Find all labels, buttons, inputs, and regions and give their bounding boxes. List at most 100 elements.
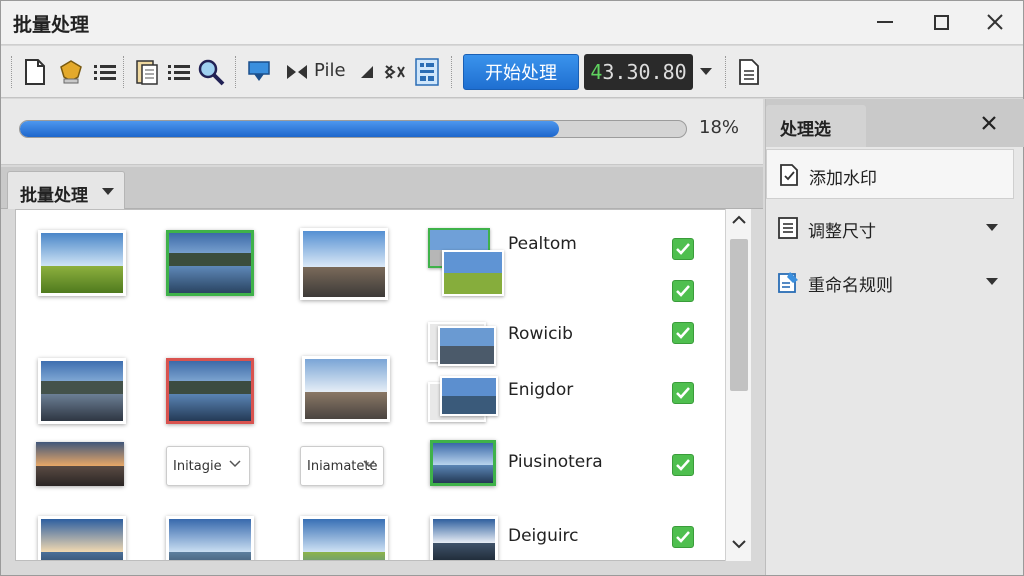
item-checkbox[interactable] (672, 238, 694, 260)
chevron-down-icon (102, 188, 114, 195)
chevron-down-icon (229, 460, 241, 468)
option-resize[interactable]: 调整尺寸 (766, 203, 1014, 253)
item-label: Deiguirc (508, 526, 579, 546)
resize-icon (778, 217, 798, 239)
thumbnail-ground (433, 543, 495, 560)
image-thumbnail[interactable] (430, 516, 498, 560)
download-icon (248, 61, 270, 81)
panel-header: 处理选 (766, 99, 1024, 147)
thumbnail-ground (41, 266, 123, 293)
scroll-down-icon[interactable] (732, 539, 746, 549)
thumbnail-sky (305, 359, 387, 392)
thumbnail-sky (36, 442, 124, 467)
list-icon (94, 65, 116, 80)
thumbnail-field (303, 552, 385, 560)
barcode-button[interactable] (413, 58, 441, 86)
check-icon (676, 327, 690, 339)
cursor-button[interactable] (353, 58, 381, 86)
cut-button[interactable] (381, 58, 409, 86)
thumbnail-sky (433, 443, 493, 465)
image-thumbnail-selected[interactable] (166, 230, 254, 296)
check-icon (676, 387, 690, 399)
panel-close-button[interactable] (982, 111, 996, 135)
image-thumbnail[interactable] (166, 516, 254, 560)
start-processing-button[interactable]: 开始处理 (463, 54, 579, 90)
progress-fill (20, 121, 560, 137)
counter-dropdown-button[interactable] (696, 64, 716, 80)
stack-card (440, 376, 498, 416)
image-stack[interactable] (428, 228, 504, 300)
list-button[interactable] (91, 58, 119, 86)
thumbnail-select[interactable]: Initagie (166, 446, 250, 486)
option-label: 调整尺寸 (808, 222, 876, 242)
image-thumbnail-selected[interactable] (430, 440, 496, 486)
scrollbar-thumb[interactable] (730, 239, 748, 391)
thumbnail-water (169, 266, 251, 293)
minimize-icon (877, 21, 893, 23)
thumbnail-sky (41, 519, 123, 552)
document-button[interactable] (735, 58, 763, 86)
processing-options-panel: 处理选 添加水印 调整尺寸 重命名规则 (765, 99, 1024, 575)
image-thumbnail[interactable] (300, 228, 388, 300)
check-icon (676, 285, 690, 297)
item-checkbox[interactable] (672, 382, 694, 404)
image-thumbnail[interactable] (300, 516, 388, 560)
chevron-down-icon (700, 68, 712, 75)
certificate-button[interactable] (57, 58, 85, 86)
download-button[interactable] (245, 58, 273, 86)
close-icon (987, 14, 1003, 30)
item-checkbox[interactable] (672, 454, 694, 476)
image-thumbnail[interactable] (38, 358, 126, 424)
progress-area: 18% (1, 99, 763, 165)
tab-label: 批量处理 (20, 186, 88, 206)
maximize-button[interactable] (923, 7, 959, 37)
thumbnail-sky (303, 519, 385, 552)
new-file-button[interactable] (21, 58, 49, 86)
paste-button[interactable] (133, 58, 161, 86)
counter-digit-green: 4 (590, 60, 603, 84)
list-button-2[interactable] (165, 58, 193, 86)
thumbnail-water (433, 465, 493, 483)
stack-card (442, 250, 504, 296)
image-stack[interactable] (428, 372, 498, 428)
split-icon (287, 65, 307, 79)
image-thumbnail[interactable] (302, 356, 390, 422)
item-checkbox[interactable] (672, 322, 694, 344)
image-thumbnail[interactable] (38, 230, 126, 296)
image-thumbnail[interactable] (36, 442, 124, 486)
maximize-icon (933, 14, 949, 30)
stack-card (438, 326, 496, 366)
progress-bar (19, 120, 687, 138)
option-rename-rules[interactable]: 重命名规则 (766, 257, 1014, 307)
document-icon (739, 59, 759, 85)
chevron-down-icon (363, 460, 375, 468)
tab-batch-processing[interactable]: 批量处理 (7, 171, 125, 209)
check-icon (676, 531, 690, 543)
list-icon (168, 65, 190, 80)
image-thumbnail[interactable] (38, 516, 126, 560)
item-checkbox[interactable] (672, 526, 694, 548)
item-label: Piusinotera (508, 452, 603, 472)
option-add-watermark[interactable]: 添加水印 (766, 149, 1014, 199)
search-button[interactable] (197, 58, 225, 86)
pile-label[interactable]: Pile (314, 60, 346, 81)
image-stack[interactable] (428, 316, 498, 372)
thumbnail-street (303, 267, 385, 297)
thumbnail-select[interactable]: Iniamatete (300, 446, 384, 486)
thumbnail-street (305, 392, 387, 419)
check-icon (676, 243, 690, 255)
certificate-icon (60, 60, 82, 84)
new-file-icon (25, 59, 45, 85)
image-thumbnail-flagged[interactable] (166, 358, 254, 424)
close-button[interactable] (977, 7, 1013, 37)
scroll-up-icon[interactable] (732, 215, 746, 225)
item-label: Pealtom (508, 234, 577, 254)
item-checkbox[interactable] (672, 280, 694, 302)
app-window: 批量处理 Pile 开始处理 4 3.30.80 18% 批量处理 Initag… (0, 0, 1024, 576)
barcode-icon (415, 58, 439, 86)
vertical-scrollbar[interactable] (725, 209, 751, 561)
thumbnail-mountains (169, 380, 251, 394)
minimize-button[interactable] (867, 7, 903, 37)
split-button[interactable] (283, 58, 311, 86)
toolbar-separator (235, 56, 237, 88)
